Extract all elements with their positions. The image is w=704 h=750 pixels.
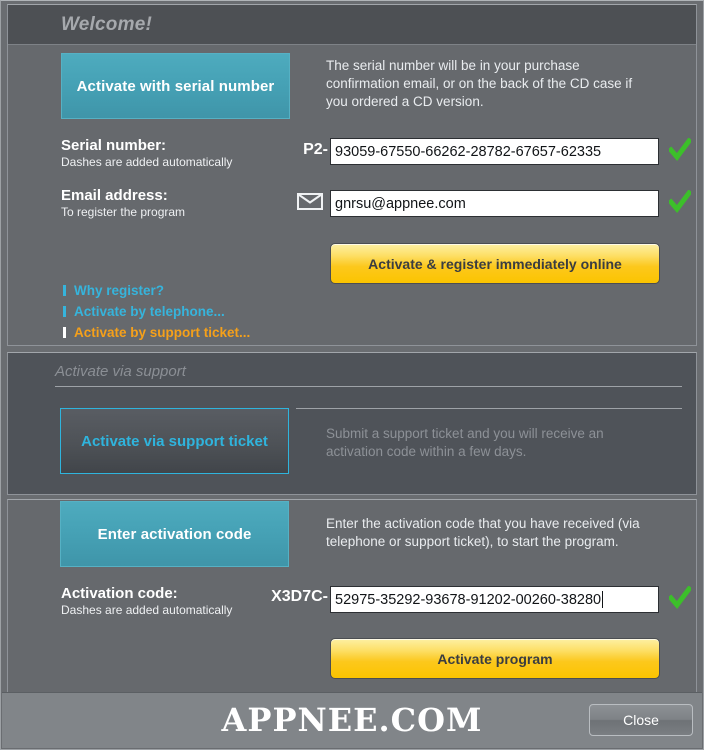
link-activate-by-support-ticket[interactable]: Activate by support ticket... bbox=[63, 322, 250, 343]
link-why-register[interactable]: Why register? bbox=[63, 280, 250, 301]
email-value: gnrsu@appnee.com bbox=[335, 195, 466, 212]
activation-code-label-group: Activation code: Dashes are added automa… bbox=[61, 585, 232, 618]
activate-program-label: Activate program bbox=[437, 650, 553, 667]
activation-code-valid-check-icon bbox=[669, 586, 691, 609]
link-activate-by-support-ticket-label: Activate by support ticket... bbox=[74, 325, 251, 340]
link-why-register-label: Why register? bbox=[74, 283, 165, 298]
activate-via-support-ticket-button[interactable]: Activate via support ticket bbox=[60, 408, 289, 474]
serial-number-label-group: Serial number: Dashes are added automati… bbox=[61, 137, 232, 170]
activate-with-serial-number-button[interactable]: Activate with serial number bbox=[61, 53, 290, 119]
window-footer: APPNEE.COM Close bbox=[2, 692, 702, 748]
activate-via-support-ticket-label: Activate via support ticket bbox=[81, 432, 268, 450]
activate-with-serial-number-label: Activate with serial number bbox=[76, 77, 275, 95]
serial-number-description: The serial number will be in your purcha… bbox=[326, 58, 633, 109]
serial-number-prefix: P2- bbox=[303, 141, 328, 158]
activation-code-hint: Dashes are added automatically bbox=[61, 603, 233, 617]
activate-program-button[interactable]: Activate program bbox=[330, 638, 660, 679]
enter-activation-code-button[interactable]: Enter activation code bbox=[60, 501, 289, 567]
bullet-icon bbox=[63, 285, 66, 296]
activation-code-description: Enter the activation code that you have … bbox=[326, 516, 640, 549]
page-title: Welcome! bbox=[61, 13, 152, 35]
help-links: Why register? Activate by telephone... A… bbox=[63, 280, 250, 343]
activation-code-label: Activation code: bbox=[61, 585, 178, 602]
close-button-label: Close bbox=[623, 712, 659, 728]
activation-code-prefix: X3D7C- bbox=[271, 588, 328, 605]
welcome-panel-body: Activate with serial number The serial n… bbox=[8, 45, 696, 385]
enter-activation-code-label: Enter activation code bbox=[97, 525, 252, 543]
email-valid-check-icon bbox=[669, 190, 691, 213]
support-divider-top bbox=[55, 386, 682, 387]
support-panel-title: Activate via support bbox=[55, 363, 186, 380]
serial-number-hint: Dashes are added automatically bbox=[61, 155, 233, 169]
serial-number-label: Serial number: bbox=[61, 137, 167, 154]
support-description: Submit a support ticket and you will rec… bbox=[326, 426, 604, 459]
serial-number-value: 93059-67550-66262-28782-67657-62335 bbox=[335, 143, 602, 160]
text-cursor bbox=[602, 591, 604, 608]
email-label: Email address: bbox=[61, 187, 168, 204]
activation-code-input[interactable]: 52975-35292-93678-91202-00260-38280 bbox=[330, 586, 659, 613]
activate-and-register-online-button[interactable]: Activate & register immediately online bbox=[330, 243, 660, 284]
link-activate-by-telephone-label: Activate by telephone... bbox=[74, 304, 225, 319]
bullet-icon bbox=[63, 306, 66, 317]
activation-code-panel: Enter activation code Enter the activati… bbox=[7, 499, 697, 693]
serial-number-valid-check-icon bbox=[669, 138, 691, 161]
envelope-icon bbox=[297, 193, 323, 210]
activate-and-register-online-label: Activate & register immediately online bbox=[368, 255, 622, 272]
email-input[interactable]: gnrsu@appnee.com bbox=[330, 190, 659, 217]
email-label-group: Email address: To register the program bbox=[61, 187, 185, 220]
activation-window: Welcome! Activate with serial number The… bbox=[0, 0, 704, 750]
welcome-title-bar: Welcome! bbox=[8, 5, 696, 45]
link-activate-by-telephone[interactable]: Activate by telephone... bbox=[63, 301, 250, 322]
activation-code-value: 52975-35292-93678-91202-00260-38280 bbox=[335, 591, 602, 608]
support-panel: Activate via support Activate via suppor… bbox=[7, 352, 697, 495]
welcome-panel: Welcome! Activate with serial number The… bbox=[7, 4, 697, 346]
serial-number-input[interactable]: 93059-67550-66262-28782-67657-62335 bbox=[330, 138, 659, 165]
email-hint: To register the program bbox=[61, 205, 186, 219]
bullet-icon bbox=[63, 327, 66, 338]
close-button[interactable]: Close bbox=[589, 704, 693, 736]
support-divider-bottom bbox=[296, 408, 682, 409]
